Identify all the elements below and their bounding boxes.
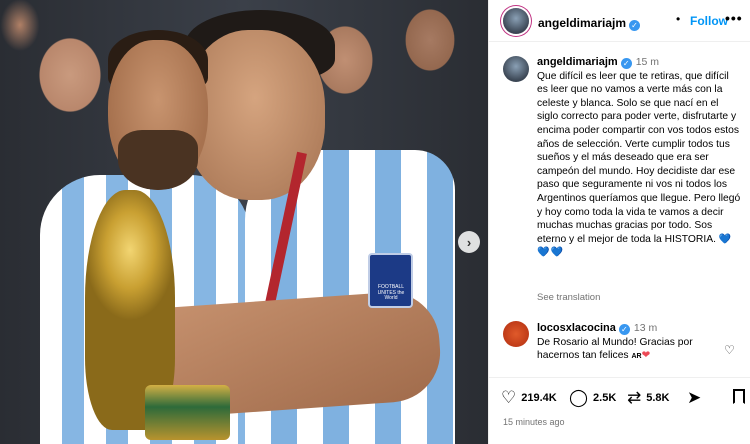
heart-icon: ♡ xyxy=(501,388,517,407)
chevron-right-icon: › xyxy=(466,234,472,250)
repost-icon: ⇄ xyxy=(627,388,642,407)
see-translation-link[interactable]: See translation xyxy=(537,292,600,303)
like-count: 219.4K xyxy=(521,392,557,404)
follow-button[interactable]: Follow xyxy=(690,14,728,28)
action-bar: ♡ 219.4K ◯ 2.5K ⇄ 5.8K ➤ 15 minutes ago xyxy=(489,377,750,444)
next-image-button[interactable]: › xyxy=(458,231,480,253)
post-image[interactable]: FOOTBALL UNITES the World › xyxy=(0,0,488,444)
avatar[interactable] xyxy=(503,8,529,34)
header-username[interactable]: angeldimariajm ✓ xyxy=(538,14,641,32)
comment-username[interactable]: locosxlacocina xyxy=(537,322,616,334)
separator-dot: • xyxy=(676,12,681,26)
verified-badge-icon: ✓ xyxy=(620,58,632,69)
comment-button[interactable]: ◯ 2.5K xyxy=(569,388,616,408)
comment-avatar[interactable] xyxy=(503,321,529,347)
caption-username[interactable]: angeldimariajm xyxy=(537,56,618,68)
sleeve-patch-text: FOOTBALL UNITES the World xyxy=(377,284,405,301)
comment-time: 13 m xyxy=(633,322,658,334)
share-icon: ➤ xyxy=(687,388,702,407)
comment-like-heart-icon[interactable]: ♡ xyxy=(724,343,735,357)
comment-icon: ◯ xyxy=(569,388,589,407)
post-timestamp: 15 minutes ago xyxy=(503,417,565,427)
flag-ar-tag: AR xyxy=(631,353,642,360)
share-button[interactable]: ➤ xyxy=(687,388,706,408)
caption: angeldimariajm ✓ 15 m Que difícil es leer … xyxy=(537,56,742,260)
more-options-icon[interactable]: ••• xyxy=(725,10,743,26)
repost-count: 5.8K xyxy=(646,392,670,404)
comment: locosxlacocina ✓ 13 m De Rosario al Mundo!… xyxy=(537,322,727,364)
repost-button[interactable]: ⇄ 5.8K xyxy=(627,388,670,408)
trophy-base xyxy=(145,385,230,440)
caption-avatar[interactable] xyxy=(503,56,529,82)
username-text[interactable]: angeldimariajm xyxy=(538,16,626,30)
verified-badge-icon: ✓ xyxy=(618,324,630,335)
like-button[interactable]: ♡ 219.4K xyxy=(501,388,557,408)
comment-text: De Rosario al Mundo! Gracias por hacerno… xyxy=(537,336,693,362)
bookmark-icon[interactable] xyxy=(733,389,745,404)
caption-text: Que difícil es leer que te retiras, que … xyxy=(537,70,741,245)
caption-time: 15 m xyxy=(635,56,660,68)
verified-badge-icon: ✓ xyxy=(629,20,641,31)
post-side-panel: angeldimariajm ✓ • Follow ••• angeldimari… xyxy=(488,0,750,444)
red-heart-emoji: ❤ xyxy=(641,350,651,361)
post-header: angeldimariajm ✓ • Follow ••• xyxy=(489,0,750,42)
comment-count: 2.5K xyxy=(593,392,617,404)
beard-left xyxy=(118,130,198,190)
